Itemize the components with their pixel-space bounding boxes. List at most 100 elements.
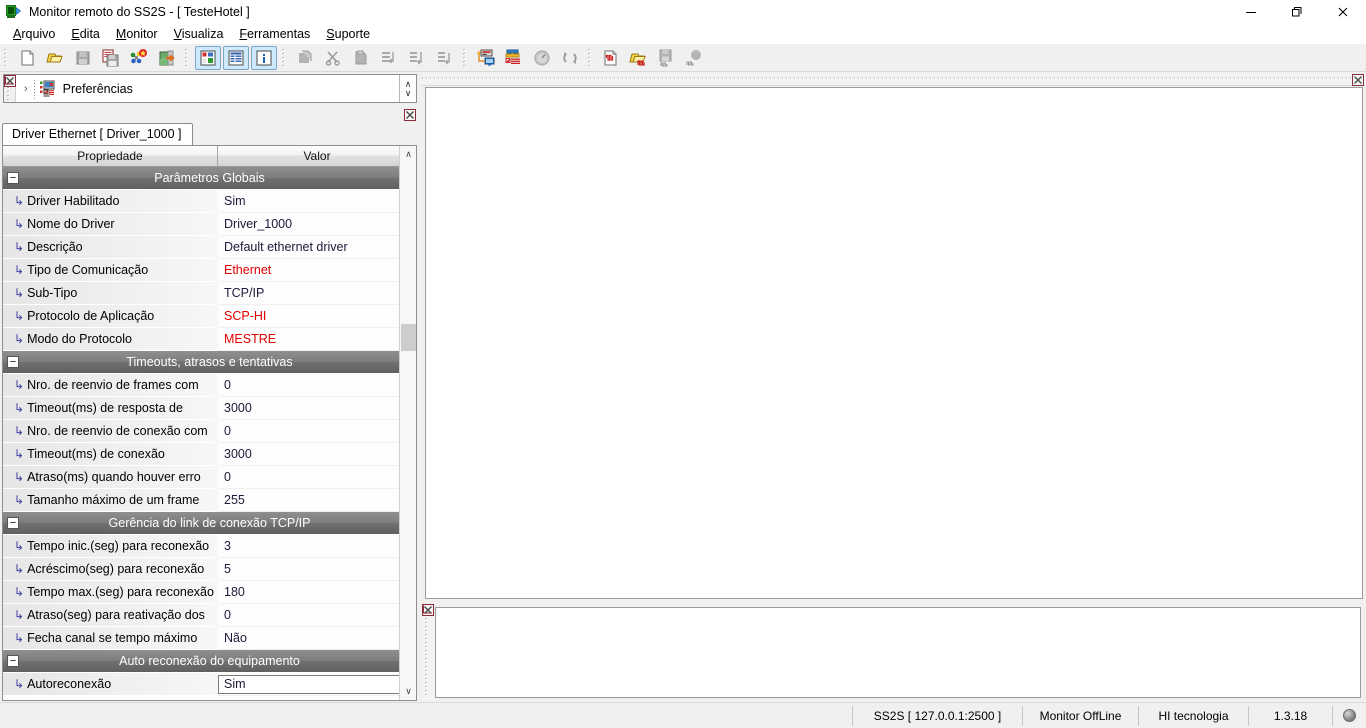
exit-button[interactable] bbox=[154, 46, 180, 70]
property-row[interactable]: ↳ Protocolo de Aplicação SCP-HI bbox=[3, 305, 416, 328]
property-row[interactable]: ↳ Nro. de reenvio de frames com 0 bbox=[3, 374, 416, 397]
property-value-cell[interactable]: 3 bbox=[218, 535, 416, 558]
bottom-dock-gutter[interactable] bbox=[422, 604, 434, 701]
delete-row-button[interactable] bbox=[432, 46, 458, 70]
property-value-cell[interactable]: 0 bbox=[218, 420, 416, 443]
chevron-right-icon[interactable]: › bbox=[24, 83, 28, 95]
open-folder-button[interactable] bbox=[42, 46, 68, 70]
property-row[interactable]: ↳ Nome do Driver Driver_1000 bbox=[3, 213, 416, 236]
bottom-panel-close-icon[interactable] bbox=[422, 604, 434, 616]
property-value-cell[interactable]: 3000 bbox=[218, 443, 416, 466]
property-row[interactable]: ↳ Fecha canal se tempo máximo Não bbox=[3, 627, 416, 650]
menu-ferramentas[interactable]: Ferramentas bbox=[231, 25, 318, 43]
property-value-cell[interactable]: TCP/IP bbox=[218, 282, 416, 305]
tree-scroll-spinner[interactable]: ∧ ∨ bbox=[399, 75, 416, 102]
header-propriedade[interactable]: Propriedade bbox=[3, 146, 218, 166]
new-document-button[interactable] bbox=[14, 46, 40, 70]
cut-button[interactable] bbox=[320, 46, 346, 70]
menu-monitor[interactable]: Monitor bbox=[108, 25, 166, 43]
tree-node-preferencias[interactable]: › Preferências bbox=[16, 75, 399, 102]
property-value-cell[interactable]: Default ethernet driver bbox=[218, 236, 416, 259]
menu-arquivo[interactable]: Arquivo bbox=[5, 25, 63, 43]
property-row[interactable]: ↳ Sub-Tipo TCP/IP bbox=[3, 282, 416, 305]
append-row-button[interactable] bbox=[404, 46, 430, 70]
collapse-expander-icon[interactable]: − bbox=[7, 172, 19, 184]
property-group-header[interactable]: − Timeouts, atrasos e tentativas bbox=[3, 351, 416, 374]
property-grid-scrollbar[interactable]: ∧ ∨ bbox=[399, 146, 416, 700]
property-value-cell[interactable]: Não bbox=[218, 627, 416, 650]
property-row[interactable]: ↳ Tempo inic.(seg) para reconexão 3 bbox=[3, 535, 416, 558]
toolbar-grip-monitor[interactable] bbox=[462, 46, 469, 69]
scrollbar-thumb[interactable] bbox=[401, 324, 416, 351]
property-value-cell[interactable]: Sim∨ bbox=[218, 673, 416, 696]
property-row[interactable]: ↳ Tempo max.(seg) para reconexão 180 bbox=[3, 581, 416, 604]
property-row[interactable]: ↳AutoreconexãoSim∨ bbox=[3, 673, 416, 696]
property-value-cell[interactable]: Driver_1000 bbox=[218, 213, 416, 236]
scroll-down-arrow[interactable]: ∨ bbox=[400, 683, 416, 700]
tree-panel-gutter[interactable] bbox=[4, 75, 16, 102]
save-all-button[interactable] bbox=[98, 46, 124, 70]
property-group-header[interactable]: − Parâmetros Globais bbox=[3, 167, 416, 190]
menu-visualiza[interactable]: Visualiza bbox=[166, 25, 232, 43]
toolbar-grip-edit[interactable] bbox=[281, 46, 288, 69]
collapse-expander-icon[interactable]: − bbox=[7, 517, 19, 529]
scroll-up-arrow[interactable]: ∧ bbox=[400, 146, 416, 163]
property-row[interactable]: ↳ Tipo de Comunicação Ethernet bbox=[3, 259, 416, 282]
property-row[interactable]: ↳ Timeout(ms) de conexão 3000 bbox=[3, 443, 416, 466]
property-row[interactable]: ↳ Timeout(ms) de resposta de 3000 bbox=[3, 397, 416, 420]
open-trace-button[interactable] bbox=[626, 46, 652, 70]
toolbar-grip-file[interactable] bbox=[3, 46, 10, 69]
property-value-cell[interactable]: MESTRE bbox=[218, 328, 416, 351]
panel-close-icon[interactable] bbox=[4, 75, 16, 87]
stop-trace-button[interactable] bbox=[682, 46, 708, 70]
spinner-down-icon[interactable]: ∨ bbox=[405, 88, 412, 98]
main-canvas[interactable] bbox=[425, 87, 1363, 599]
tab-driver-ethernet[interactable]: Driver Ethernet [ Driver_1000 ] bbox=[2, 123, 193, 145]
property-row[interactable]: ↳ Atraso(ms) quando houver erro 0 bbox=[3, 466, 416, 489]
property-row[interactable]: ↳ Driver Habilitado Sim bbox=[3, 190, 416, 213]
property-row[interactable]: ↳ Descrição Default ethernet driver bbox=[3, 236, 416, 259]
new-trace-button[interactable] bbox=[598, 46, 624, 70]
save-button[interactable] bbox=[70, 46, 96, 70]
maximize-restore-button[interactable] bbox=[1274, 0, 1320, 23]
property-row[interactable]: ↳ Atraso(seg) para reativação dos 0 bbox=[3, 604, 416, 627]
close-window-button[interactable] bbox=[1320, 0, 1366, 23]
insert-row-button[interactable] bbox=[376, 46, 402, 70]
minimize-button[interactable] bbox=[1228, 0, 1274, 23]
compile-button[interactable] bbox=[126, 46, 152, 70]
property-value-cell[interactable]: 180 bbox=[218, 581, 416, 604]
property-value-cell[interactable]: 255 bbox=[218, 489, 416, 512]
property-value-cell[interactable]: 3000 bbox=[218, 397, 416, 420]
refresh-button[interactable] bbox=[557, 46, 583, 70]
property-row[interactable]: ↳ Tamanho máximo de um frame 255 bbox=[3, 489, 416, 512]
bottom-canvas[interactable] bbox=[435, 607, 1361, 698]
property-value-dropdown[interactable]: Sim∨ bbox=[218, 674, 413, 694]
gauge-button[interactable] bbox=[529, 46, 555, 70]
paste-button[interactable] bbox=[348, 46, 374, 70]
header-valor[interactable]: Valor bbox=[218, 146, 416, 166]
property-group-header[interactable]: − Auto reconexão do equipamento bbox=[3, 650, 416, 673]
property-value-cell[interactable]: Sim bbox=[218, 190, 416, 213]
property-value-cell[interactable]: Ethernet bbox=[218, 259, 416, 282]
property-value-cell[interactable]: 0 bbox=[218, 466, 416, 489]
property-group-header[interactable]: − Gerência do link de conexão TCP/IP bbox=[3, 512, 416, 535]
menu-suporte[interactable]: Suporte bbox=[318, 25, 378, 43]
toolbar-grip-trace[interactable] bbox=[587, 46, 594, 69]
property-value-cell[interactable]: 5 bbox=[218, 558, 416, 581]
property-value-cell[interactable]: SCP-HI bbox=[218, 305, 416, 328]
main-panel-close-icon[interactable] bbox=[1352, 74, 1364, 86]
globe-icon[interactable] bbox=[1332, 705, 1366, 726]
collapse-expander-icon[interactable]: − bbox=[7, 655, 19, 667]
view-tree-button[interactable] bbox=[195, 45, 221, 70]
property-value-cell[interactable]: 0 bbox=[218, 374, 416, 397]
toolbar-grip-view[interactable] bbox=[184, 46, 191, 69]
connect-device-button[interactable] bbox=[473, 46, 499, 70]
menu-edita[interactable]: Edita bbox=[63, 25, 108, 43]
property-row[interactable]: ↳ Nro. de reenvio de conexão com 0 bbox=[3, 420, 416, 443]
property-row[interactable]: ↳ Modo do Protocolo MESTRE bbox=[3, 328, 416, 351]
property-row[interactable]: ↳ Acréscimo(seg) para reconexão 5 bbox=[3, 558, 416, 581]
main-workspace-gutter[interactable] bbox=[422, 74, 1366, 86]
view-info-button[interactable] bbox=[251, 45, 277, 70]
dock-close-icon[interactable] bbox=[404, 109, 416, 121]
property-value-cell[interactable]: 0 bbox=[218, 604, 416, 627]
